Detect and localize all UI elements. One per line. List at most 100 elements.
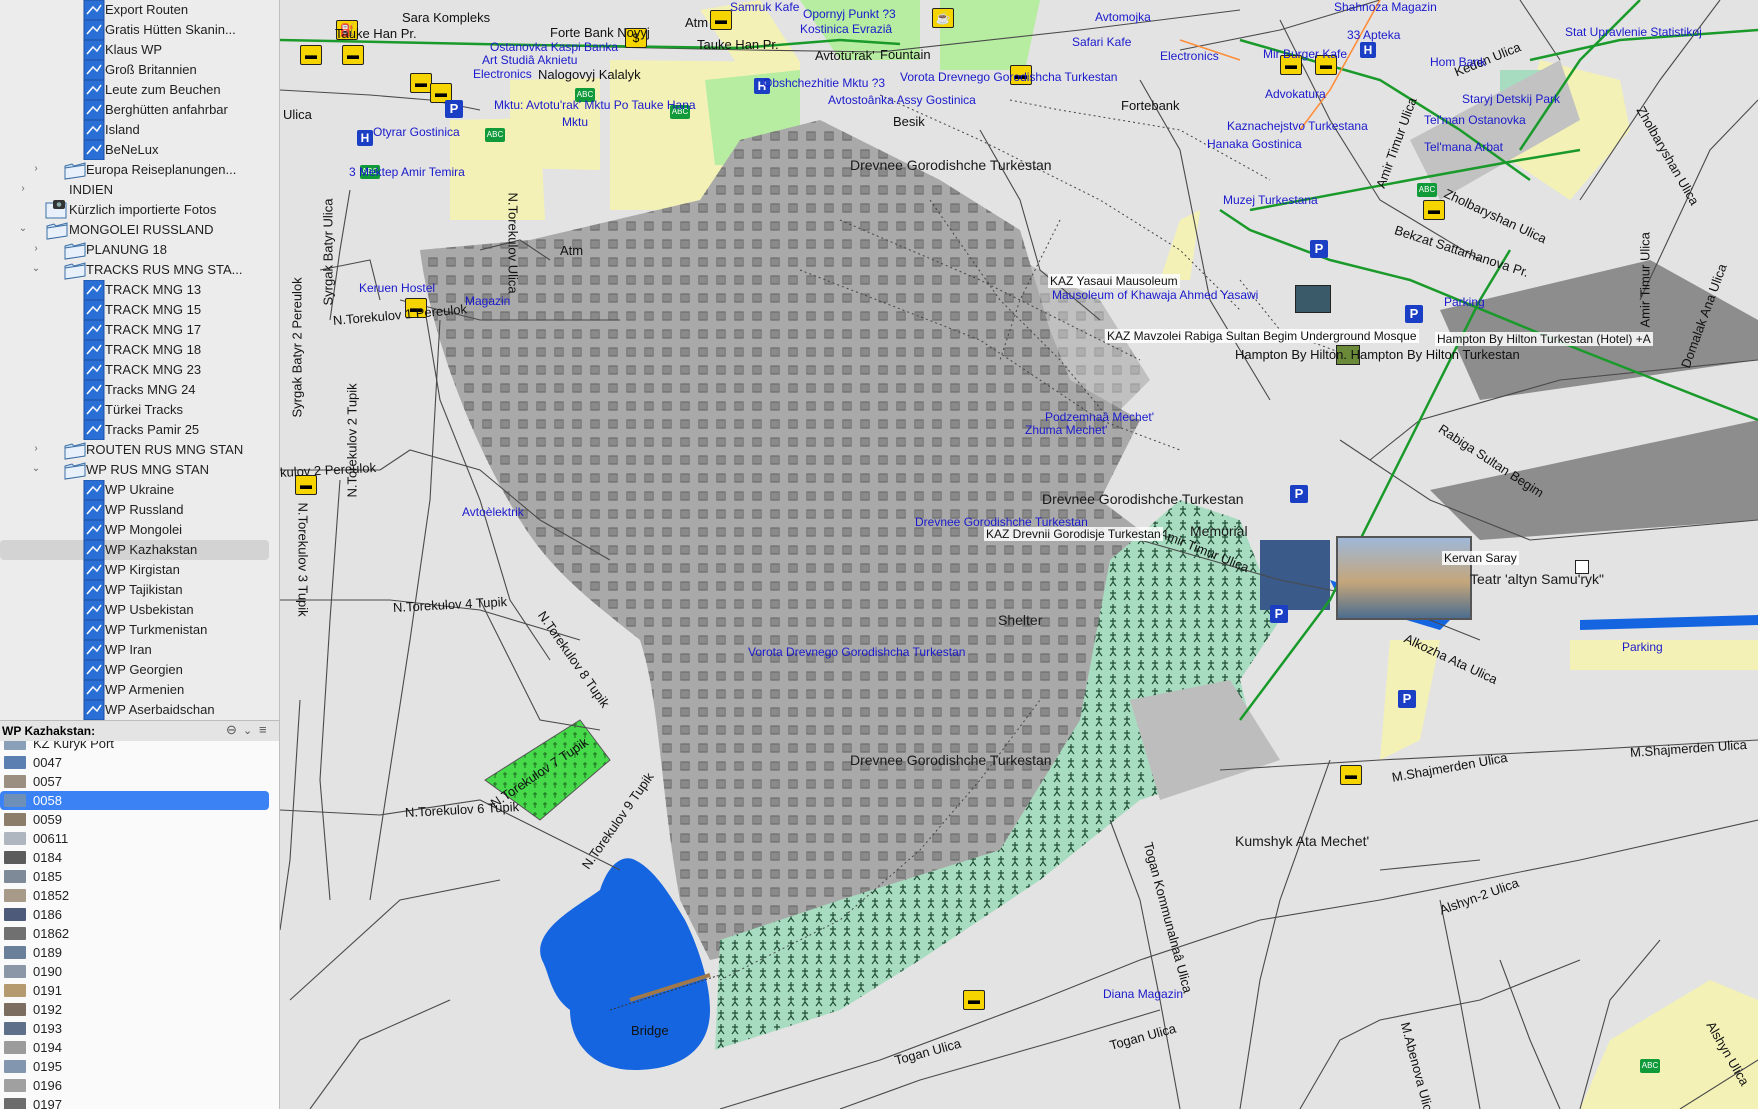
- sidebar-item[interactable]: TRACK MNG 18: [0, 339, 279, 361]
- poi-label[interactable]: Stat Upravlenie Statistikoj: [1565, 25, 1702, 39]
- poi-label[interactable]: Electronics: [1160, 49, 1219, 63]
- area-label[interactable]: Drevnee Gorodishche Turkestan: [1042, 491, 1244, 507]
- sidebar-item[interactable]: Tracks Pamir 25: [0, 419, 279, 441]
- list-item[interactable]: 0185: [0, 867, 279, 886]
- area-label[interactable]: Memorial: [1190, 523, 1248, 539]
- menu-icon[interactable]: ≡: [259, 722, 267, 737]
- list-item[interactable]: 0189: [0, 943, 279, 962]
- sidebar-item[interactable]: WP Georgien: [0, 659, 279, 681]
- shop-icon[interactable]: ▬: [1340, 765, 1362, 785]
- poi-label[interactable]: Art Studiâ Aknietu: [482, 53, 577, 67]
- poi-label[interactable]: Kostinica Evraziâ: [800, 22, 892, 36]
- poi-label[interactable]: Hampton By Hilton. Hampton By Hilton Tur…: [1235, 347, 1520, 362]
- sidebar-item[interactable]: WP Mongolei: [0, 519, 279, 541]
- poi-label[interactable]: Avtomojka: [1095, 10, 1151, 24]
- sidebar-item[interactable]: WP Usbekistan: [0, 599, 279, 621]
- list-item[interactable]: 01852: [0, 886, 279, 905]
- sidebar-item[interactable]: TRACK MNG 13: [0, 279, 279, 301]
- sidebar-item[interactable]: WP Iran: [0, 639, 279, 661]
- area-label[interactable]: Drevnee Gorodishche Turkestan: [850, 752, 1052, 768]
- sidebar-item[interactable]: TRACK MNG 15: [0, 299, 279, 321]
- poi-label[interactable]: Otyrar Gostinica: [373, 125, 460, 139]
- poi-label[interactable]: Magazin: [465, 294, 510, 308]
- sidebar-item[interactable]: WP Turkmenistan: [0, 619, 279, 641]
- list-item[interactable]: 0059: [0, 810, 279, 829]
- sidebar-item[interactable]: Leute zum Beuchen: [0, 79, 279, 101]
- sidebar-item[interactable]: WP Ukraine: [0, 479, 279, 501]
- sidebar-item[interactable]: WP Tajikistan: [0, 579, 279, 601]
- list-item[interactable]: 0047: [0, 753, 279, 772]
- poi-label[interactable]: 3 Mektep Amir Temira: [349, 165, 465, 179]
- parking-icon[interactable]: P: [1310, 240, 1328, 258]
- list-item[interactable]: 0058: [0, 791, 269, 810]
- list-item[interactable]: 0194: [0, 1038, 279, 1057]
- poi-label[interactable]: Hom Bank: [1430, 55, 1486, 69]
- poi-label[interactable]: Sara Kompleks: [402, 10, 490, 25]
- sidebar-item[interactable]: BeNeLux: [0, 139, 279, 161]
- poi-label[interactable]: Electronics: [473, 67, 532, 81]
- list-item[interactable]: 0196: [0, 1076, 279, 1095]
- photo-marker[interactable]: [1295, 285, 1331, 313]
- sidebar-item[interactable]: WP Kazhakstan: [0, 539, 269, 561]
- waypoint-label[interactable]: KAZ Yasaui Mausoleum: [1048, 274, 1180, 288]
- sidebar-item[interactable]: ⌄ TRACKS RUS MNG STA...: [0, 260, 279, 280]
- filter-icon[interactable]: ⊖: [226, 722, 237, 738]
- poi-label[interactable]: Hanaka Gostinica: [1207, 137, 1302, 151]
- sidebar-item[interactable]: WP Aserbaidschan: [0, 699, 279, 720]
- list-item[interactable]: 0192: [0, 1000, 279, 1019]
- poi-label[interactable]: Nalogovyj Kalalyk: [538, 67, 641, 82]
- poi-label[interactable]: Staryj Detskij Park: [1462, 92, 1560, 106]
- area-label[interactable]: Drevnee Gorodishche Turkestan: [850, 157, 1052, 173]
- poi-label[interactable]: Podzemnaâ Mechet': [1045, 410, 1154, 424]
- waypoint-label[interactable]: Hampton By Hilton Turkestan (Hotel) +A: [1435, 332, 1653, 346]
- sidebar-item[interactable]: ⌄ WP RUS MNG STAN: [0, 460, 279, 480]
- parking-icon[interactable]: P: [445, 100, 463, 118]
- chevron-down-icon[interactable]: ⌄: [30, 463, 42, 474]
- poi-label[interactable]: Avtostoânka Assy Gostinica: [828, 93, 976, 107]
- sidebar-item[interactable]: ⌄ MONGOLEI RUSSLAND: [0, 220, 279, 240]
- list-item[interactable]: 01862: [0, 924, 279, 943]
- shop-icon[interactable]: ▬: [710, 10, 732, 30]
- list-item[interactable]: 0186: [0, 905, 279, 924]
- sidebar-item[interactable]: › PLANUNG 18: [0, 240, 279, 260]
- list-item[interactable]: 00611: [0, 829, 279, 848]
- bus-icon[interactable]: ▬: [342, 45, 364, 65]
- poi-label[interactable]: Vorota Drevnego Gorodishcha Turkestan: [748, 645, 965, 659]
- map-view[interactable]: ⛽ ▬ ▬ ▬ ▬ $ ▬ ▬ ▬ ☕ ▬ ▬ ▬ ▬ ▬ ▬ P P P P …: [280, 0, 1758, 1109]
- bus-icon[interactable]: ▬: [300, 45, 322, 65]
- poi-label[interactable]: Parking: [1444, 295, 1485, 309]
- list-item[interactable]: 0190: [0, 962, 279, 981]
- sidebar-item[interactable]: › ROUTEN RUS MNG STAN: [0, 440, 279, 460]
- poi-label[interactable]: Mktu: [562, 115, 588, 129]
- waypoint-label[interactable]: KAZ Mavzolei Rabiga Sultan Begim Undergr…: [1105, 329, 1419, 343]
- list-item[interactable]: 0193: [0, 1019, 279, 1038]
- poi-label[interactable]: Mktu: Avtotu'rak' Mktu Po Tauke Hana: [494, 98, 696, 112]
- area-label[interactable]: Kumshyk Ata Mechet': [1235, 833, 1369, 849]
- chevron-right-icon[interactable]: ›: [17, 183, 29, 194]
- poi-label[interactable]: Forte Bank Novyj: [550, 25, 650, 40]
- sidebar-item[interactable]: TRACK MNG 23: [0, 359, 279, 381]
- chevron-right-icon[interactable]: ›: [30, 163, 42, 174]
- sidebar-item[interactable]: Klaus WP: [0, 39, 279, 61]
- waypoint-label[interactable]: Kervan Saray: [1442, 551, 1519, 565]
- poi-label[interactable]: Ostanovka Kaspi Banka: [490, 40, 618, 54]
- poi-label[interactable]: Avtoèlektrik: [462, 505, 524, 519]
- chevron-down-icon[interactable]: ⌄: [30, 263, 42, 274]
- poi-label[interactable]: Avtotu'rak': [815, 48, 875, 63]
- chevron-down-icon[interactable]: ⌄: [243, 724, 252, 737]
- list-item[interactable]: 0191: [0, 981, 279, 1000]
- sidebar-item[interactable]: WP Kirgistan: [0, 559, 279, 581]
- chevron-down-icon[interactable]: ⌄: [17, 223, 29, 234]
- poi-label[interactable]: Samruk Kafe: [730, 0, 799, 14]
- sidebar-item[interactable]: Island: [0, 119, 279, 141]
- poi-label[interactable]: Keruen Hostel: [359, 281, 435, 295]
- sidebar-item[interactable]: WP Armenien: [0, 679, 279, 701]
- bus-icon[interactable]: ▬: [410, 73, 432, 93]
- area-label[interactable]: Shelter: [998, 612, 1042, 628]
- bus-icon[interactable]: ▬: [1423, 200, 1445, 220]
- sidebar-item[interactable]: Tracks MNG 24: [0, 379, 279, 401]
- sidebar-item[interactable]: Kürzlich importierte Fotos: [0, 200, 279, 220]
- poi-label[interactable]: 33 Apteka: [1347, 28, 1400, 42]
- chevron-right-icon[interactable]: ›: [30, 443, 42, 454]
- sidebar-item[interactable]: WP Russland: [0, 499, 279, 521]
